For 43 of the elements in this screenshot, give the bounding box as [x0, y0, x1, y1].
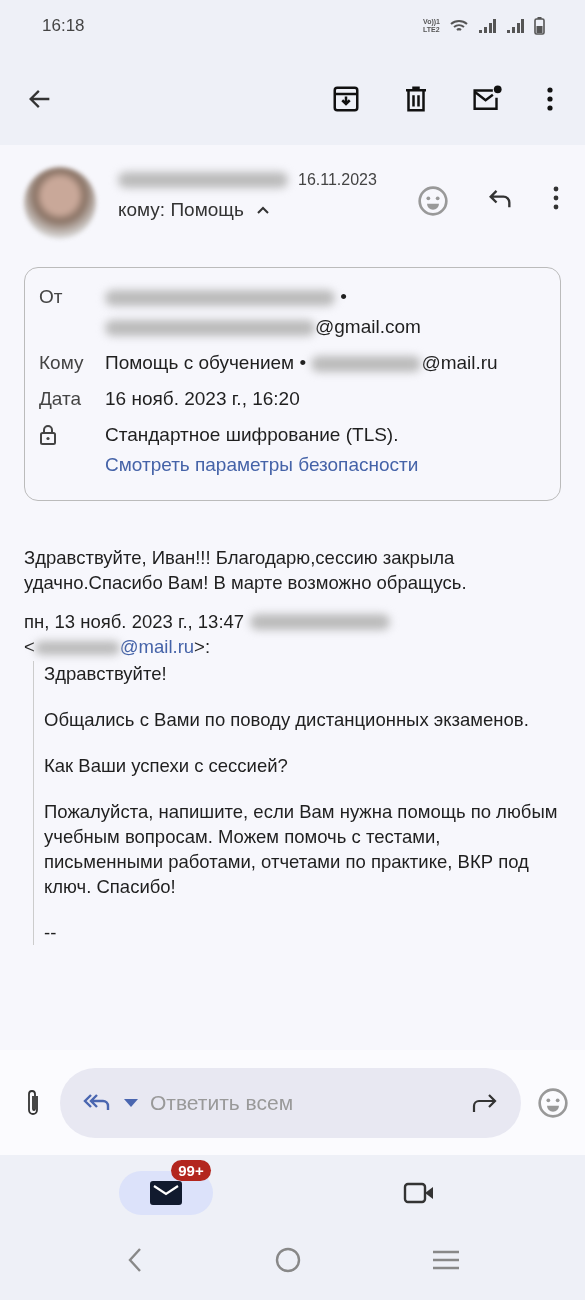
reply-input[interactable]: Ответить всем	[148, 1089, 461, 1116]
detail-label: Кому	[39, 352, 85, 375]
bracket: <	[24, 636, 35, 657]
detail-value: 16 нояб. 2023 г., 16:20	[105, 388, 300, 409]
separator-dot: •	[340, 286, 347, 307]
more-icon[interactable]	[545, 85, 555, 112]
bracket: >:	[194, 636, 211, 657]
quoted-paragraph: --	[44, 921, 58, 945]
encryption-text: Стандартное шифрование (TLS).	[105, 423, 400, 447]
recipient-name: Помощь с обучением •	[105, 352, 307, 373]
quoted-paragraph: Здравствуйте!	[44, 662, 168, 686]
email-link[interactable]: @mail.ru	[119, 636, 195, 657]
wifi-icon	[450, 19, 468, 33]
chevron-up-icon[interactable]	[255, 205, 270, 215]
video-camera-icon	[402, 1180, 435, 1205]
message-date: 16.11.2023	[298, 171, 377, 189]
email-domain: @mail.ru	[421, 352, 498, 373]
dropdown-caret-icon[interactable]	[124, 1098, 138, 1107]
unread-count-badge: 99+	[171, 1160, 211, 1181]
recipient-line[interactable]: кому: Помощь	[118, 199, 244, 221]
security-link[interactable]: Смотреть параметры безопасности	[105, 450, 419, 480]
reply-field[interactable]: Ответить всем	[60, 1067, 521, 1138]
home-icon[interactable]	[274, 1247, 301, 1273]
quote-date: пн, 13 нояб. 2023 г., 13:47	[24, 610, 245, 634]
quoted-paragraph: Пожалуйста, напишите, если Вам нужна помощь по любым учебным вопросам. Можем помочь с тестами, письменными работами, отчетами по практике, ВКР под ключ. Спасибо!	[44, 800, 559, 899]
detail-label: Дата	[39, 388, 83, 411]
signal-icon	[506, 19, 524, 33]
signal-icon	[478, 19, 496, 33]
email-domain: @gmail.com	[315, 316, 421, 337]
more-icon[interactable]	[551, 185, 561, 211]
message-text: Здравствуйте, Иван!!! Благодарю,сессию закрыла удачно.Спасибо Вам! В марте возможно обращусь.	[24, 546, 468, 595]
avatar	[24, 167, 96, 239]
quoted-paragraph: Общались с Вами по поводу дистанционных экзаменов.	[44, 708, 530, 732]
quoted-paragraph: Как Ваши успехи с сессией?	[44, 754, 289, 778]
mail-icon	[150, 1180, 183, 1205]
lock-icon	[39, 424, 57, 446]
forward-icon[interactable]	[471, 1091, 499, 1114]
emoji-icon[interactable]	[417, 185, 449, 217]
detail-label: От	[39, 286, 64, 309]
battery-icon	[534, 17, 545, 35]
recent-apps-icon[interactable]	[431, 1249, 460, 1271]
emoji-icon[interactable]	[537, 1086, 569, 1119]
status-time: 16:18	[42, 16, 85, 36]
